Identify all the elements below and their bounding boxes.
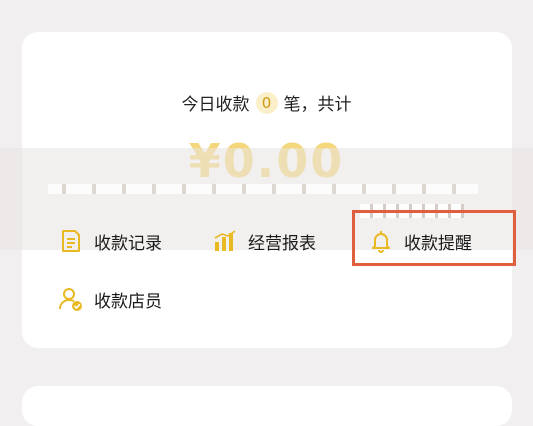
summary-prefix: 今日收款 [181, 95, 250, 115]
today-summary: 今日收款 0 笔，共计 [0, 90, 533, 115]
highlight-box [352, 210, 516, 266]
summary-suffix: 笔，共计 [283, 95, 352, 115]
receipt-icon [58, 228, 84, 254]
overlay-text-strip [48, 184, 478, 194]
menu-item-label: 收款记录 [94, 233, 162, 254]
secondary-card [22, 386, 512, 426]
menu-item-payment-records[interactable]: 收款记录 [58, 228, 162, 254]
menu-item-label: 收款店员 [94, 291, 162, 312]
menu-item-label: 经营报表 [248, 233, 316, 254]
payment-count-badge: 0 [255, 91, 278, 114]
clerk-icon [58, 286, 84, 312]
bar-chart-icon [212, 228, 238, 254]
menu-item-business-report[interactable]: 经营报表 [212, 228, 316, 254]
menu-item-payment-clerk[interactable]: 收款店员 [58, 286, 162, 312]
